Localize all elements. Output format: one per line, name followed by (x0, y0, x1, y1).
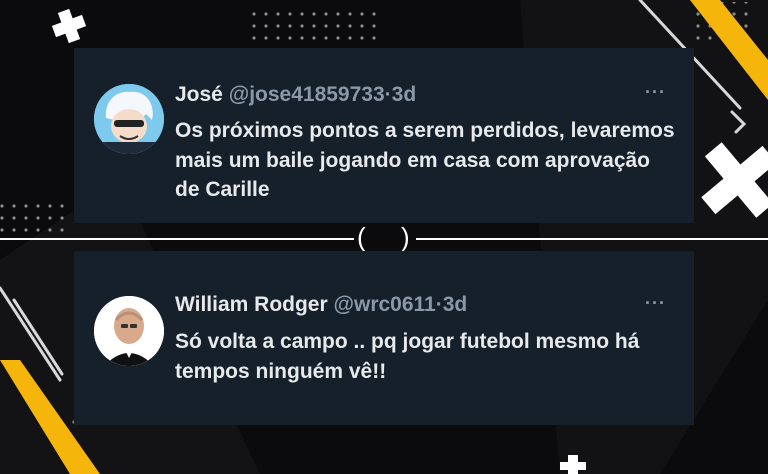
tweet-header: José @jose41859733·3d (175, 83, 416, 107)
divider-right-paren: ) (401, 222, 410, 252)
avatar[interactable] (94, 84, 164, 154)
tweet-text: Só volta a campo .. pq jogar futebol mes… (175, 330, 640, 383)
more-options-icon[interactable]: ··· (645, 82, 666, 103)
avatar[interactable] (94, 296, 164, 366)
more-options-icon[interactable]: ··· (645, 293, 666, 314)
tweet-text: Os próximos pontos a serem perdidos, lev… (175, 119, 675, 201)
user-name[interactable]: William Rodger (175, 293, 328, 316)
separator-dot: · (435, 293, 443, 316)
user-handle[interactable]: @jose41859733 (229, 83, 385, 106)
user-handle[interactable]: @wrc0611 (334, 293, 436, 316)
tweet-time[interactable]: 3d (443, 293, 468, 316)
divider-left-paren: ( (357, 222, 366, 252)
user-name[interactable]: José (175, 83, 223, 106)
anime-avatar-image (94, 84, 164, 154)
tweet-header: William Rodger @wrc0611·3d (175, 293, 467, 317)
tweet-time[interactable]: 3d (392, 83, 417, 106)
tweet-card[interactable]: William Rodger @wrc0611·3d ··· Só volta … (74, 251, 694, 425)
separator-dot: · (384, 83, 392, 106)
tweet-card[interactable]: José @jose41859733·3d ··· Os próximos po… (74, 48, 694, 223)
person-avatar-image (94, 296, 164, 366)
